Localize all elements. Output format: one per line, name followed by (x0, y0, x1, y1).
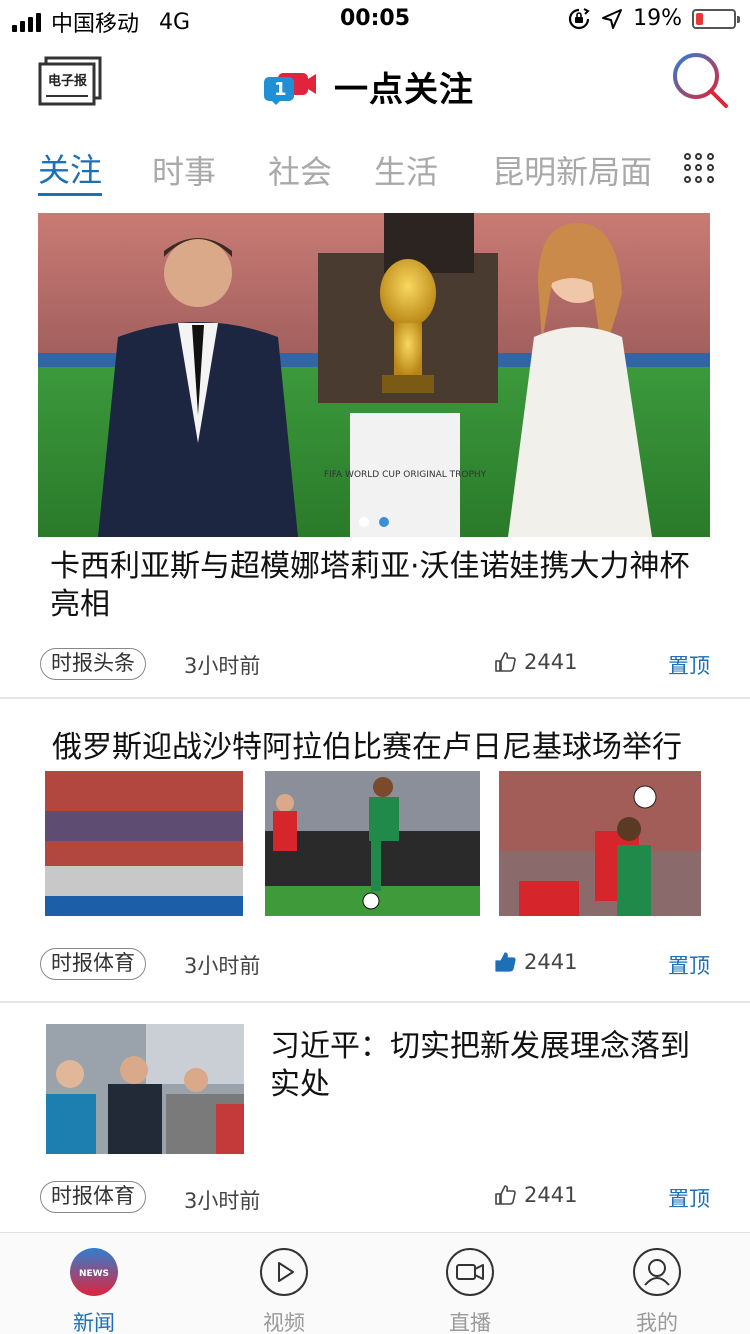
epaper-label: 电子报 (48, 74, 88, 89)
article-thumbnail[interactable] (46, 1024, 244, 1154)
battery-fill (696, 12, 703, 25)
article-meta: 时报头条 3小时前 2441 置顶 (40, 648, 710, 682)
nav-label: 视频 (263, 1311, 305, 1334)
app-header: 电子报 1 一点关注 (0, 40, 750, 130)
battery-percent: 19% (633, 6, 682, 31)
source-badge[interactable]: 时报头条 (40, 648, 146, 680)
thumbs-up-outline-icon (495, 652, 516, 672)
logo-badge: 1 (274, 78, 287, 100)
tab-life[interactable]: 生活 (374, 147, 438, 193)
nav-label: 新闻 (73, 1311, 115, 1334)
nav-live[interactable]: 直播 (410, 1247, 530, 1334)
nav-me[interactable]: 我的 (597, 1247, 717, 1334)
publish-time: 3小时前 (184, 654, 261, 678)
search-icon[interactable] (670, 50, 730, 110)
article-meta: 时报体育 3小时前 2441 置顶 (40, 948, 710, 982)
crowd-photo (45, 771, 243, 916)
article-title[interactable]: 卡西利亚斯与超模娜塔莉亚·沃佳诺娃携大力神杯亮相 (50, 548, 710, 624)
news-badge-text: NEWS (79, 1269, 109, 1279)
news-icon: NEWS (70, 1248, 118, 1296)
like-count: 2441 (524, 650, 578, 674)
tab-current-affairs[interactable]: 时事 (152, 147, 216, 193)
publish-time: 3小时前 (184, 954, 261, 978)
tab-society[interactable]: 社会 (268, 147, 332, 193)
publish-time: 3小时前 (184, 1189, 261, 1213)
source-badge[interactable]: 时报体育 (40, 948, 146, 980)
thumbs-up-filled-icon (495, 952, 516, 972)
article-title[interactable]: 习近平：切实把新发展理念落到实处 (270, 1028, 710, 1104)
article-meta: 时报体育 3小时前 2441 置顶 (40, 1181, 710, 1215)
pin-label[interactable]: 置顶 (668, 950, 710, 980)
hero-image-caption: FIFA WORLD CUP ORIGINAL TROPHY (324, 470, 487, 480)
user-icon (633, 1248, 681, 1296)
like-count: 2441 (524, 950, 578, 974)
category-tabs: 关注 时事 社会 生活 昆明新局面 (38, 140, 688, 200)
pin-label[interactable]: 置顶 (668, 650, 710, 680)
source-badge[interactable]: 时报体育 (40, 1181, 146, 1213)
nav-label: 直播 (449, 1311, 491, 1334)
article-hero-image[interactable]: FIFA WORLD CUP ORIGINAL TROPHY (38, 213, 710, 537)
nav-video[interactable]: 视频 (224, 1247, 344, 1334)
carousel-dot[interactable] (359, 517, 369, 527)
logo-mark-icon: 1 (264, 69, 316, 105)
article-title[interactable]: 俄罗斯迎战沙特阿拉伯比赛在卢日尼基球场举行 (52, 722, 712, 766)
location-arrow-icon (602, 8, 623, 29)
epaper-button[interactable]: 电子报 (38, 56, 102, 106)
like-button[interactable]: 2441 (494, 1183, 577, 1207)
nav-news[interactable]: NEWS 新闻 (34, 1247, 154, 1334)
hero-photo: FIFA WORLD CUP ORIGINAL TROPHY (38, 213, 710, 537)
thumbs-up-outline-icon (495, 1185, 516, 1205)
pin-label[interactable]: 置顶 (668, 1183, 710, 1213)
battery-icon (692, 8, 740, 29)
play-icon (260, 1248, 308, 1296)
article-thumbnail[interactable] (45, 771, 243, 916)
like-button[interactable]: 2441 (494, 950, 577, 974)
tab-follow[interactable]: 关注 (38, 145, 103, 196)
like-count: 2441 (524, 1183, 578, 1207)
rotation-lock-icon (569, 7, 590, 29)
match-photo (265, 771, 480, 916)
meeting-photo (46, 1024, 244, 1154)
tab-kunming[interactable]: 昆明新局面 (492, 147, 652, 193)
video-camera-icon (446, 1248, 494, 1296)
status-bar: 中国移动 4G 00:05 19% (0, 0, 750, 40)
bottom-navigation: NEWS 新闻 视频 直播 我的 (0, 1232, 750, 1334)
carousel-dots (38, 517, 710, 527)
divider (0, 1001, 750, 1003)
more-channels-icon[interactable] (684, 153, 714, 183)
carousel-dot-active[interactable] (379, 517, 389, 527)
divider (0, 697, 750, 699)
header-duel-photo (499, 771, 701, 916)
app-logo: 1 一点关注 (264, 62, 474, 111)
like-button[interactable]: 2441 (494, 650, 577, 674)
article-thumbnail[interactable] (265, 771, 480, 916)
app-name: 一点关注 (334, 70, 474, 110)
nav-label: 我的 (636, 1311, 678, 1334)
article-thumbnail[interactable] (499, 771, 701, 916)
